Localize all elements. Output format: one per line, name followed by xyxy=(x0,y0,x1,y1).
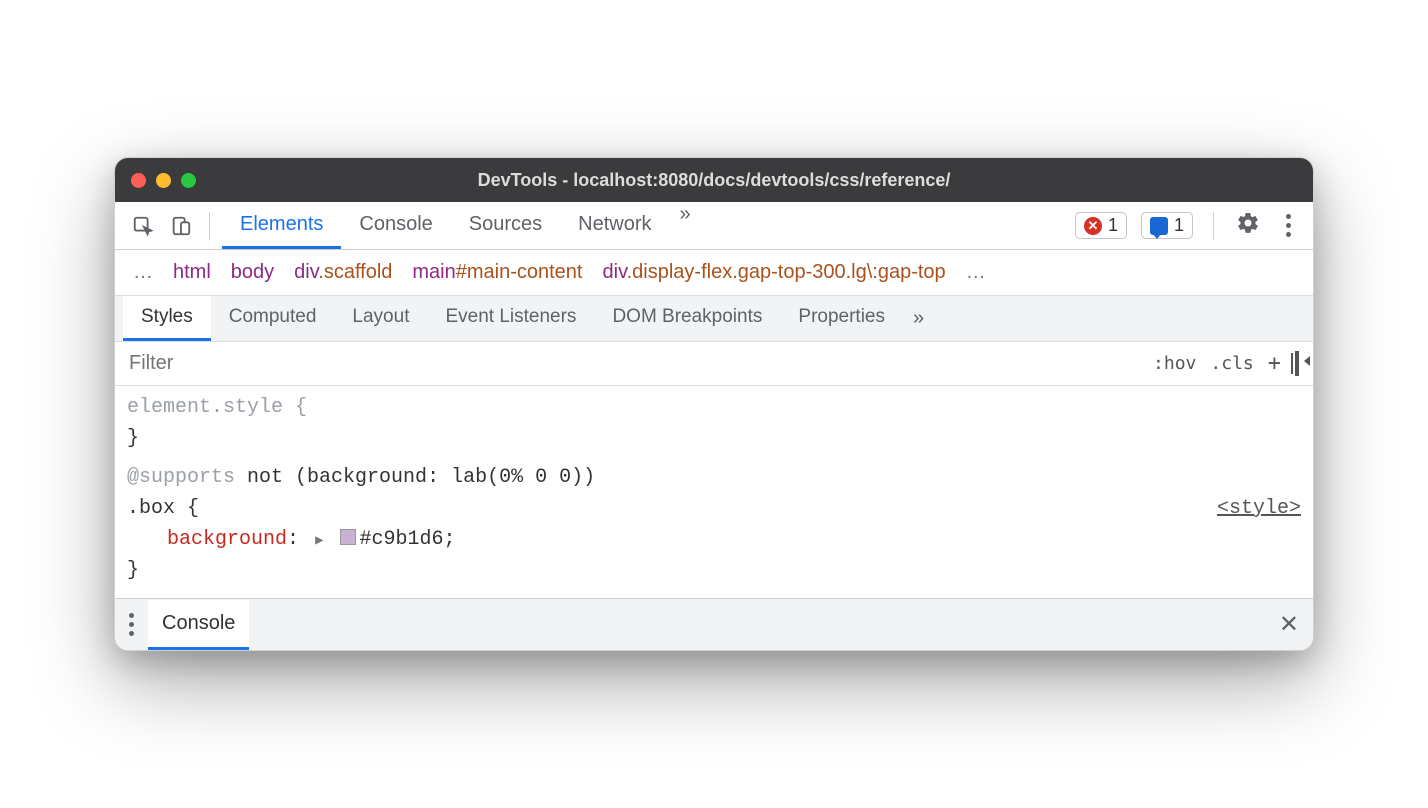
more-subtabs-icon[interactable]: » xyxy=(903,307,934,330)
close-window-button[interactable] xyxy=(131,173,146,188)
devtools-window: DevTools - localhost:8080/docs/devtools/… xyxy=(114,157,1314,651)
more-options-icon[interactable] xyxy=(1276,214,1301,237)
subtab-layout[interactable]: Layout xyxy=(334,296,427,341)
close-drawer-icon[interactable]: ✕ xyxy=(1279,610,1299,639)
breadcrumb-body[interactable]: body xyxy=(231,261,274,284)
styles-subtabs: Styles Computed Layout Event Listeners D… xyxy=(115,296,1313,342)
minimize-window-button[interactable] xyxy=(156,173,171,188)
breadcrumb-div-flex[interactable]: div.display-flex.gap-top-300.lg\:gap-top xyxy=(603,261,946,284)
window-title: DevTools - localhost:8080/docs/devtools/… xyxy=(478,170,951,191)
subtab-computed[interactable]: Computed xyxy=(211,296,335,341)
box-selector[interactable]: .box { xyxy=(127,497,199,520)
breadcrumb-ellipsis-right[interactable]: … xyxy=(966,261,986,284)
styles-filter-input[interactable] xyxy=(115,342,1139,385)
styles-filter-bar: :hov .cls + xyxy=(115,342,1313,386)
tab-console[interactable]: Console xyxy=(341,203,450,249)
main-toolbar: Elements Console Sources Network » ✕ 1 1 xyxy=(115,202,1313,250)
subtab-dom-breakpoints[interactable]: DOM Breakpoints xyxy=(594,296,780,341)
element-style-selector[interactable]: element.style { xyxy=(127,396,307,419)
drawer-tab-console[interactable]: Console xyxy=(148,600,249,650)
messages-count: 1 xyxy=(1174,215,1184,236)
breadcrumb-main[interactable]: main#main-content xyxy=(412,261,582,284)
supports-expression: not (background: lab(0% 0 0)) xyxy=(235,466,595,489)
message-icon xyxy=(1150,217,1168,235)
device-toolbar-icon[interactable] xyxy=(165,210,197,242)
hov-toggle[interactable]: :hov xyxy=(1153,353,1196,374)
errors-badge[interactable]: ✕ 1 xyxy=(1075,212,1127,239)
box-close: } xyxy=(127,559,139,582)
css-property-value[interactable]: #c9b1d6 xyxy=(360,528,444,551)
separator xyxy=(1213,212,1214,240)
error-icon: ✕ xyxy=(1084,217,1102,235)
titlebar: DevTools - localhost:8080/docs/devtools/… xyxy=(115,158,1313,202)
inspect-element-icon[interactable] xyxy=(127,210,159,242)
breadcrumb-div-scaffold[interactable]: div.scaffold xyxy=(294,261,392,284)
tab-network[interactable]: Network xyxy=(560,203,669,249)
main-tabs: Elements Console Sources Network » xyxy=(222,203,701,249)
styles-pane[interactable]: element.style { } @supports not (backgro… xyxy=(115,386,1313,598)
subtab-styles[interactable]: Styles xyxy=(123,296,211,341)
subtab-properties[interactable]: Properties xyxy=(780,296,903,341)
filter-actions: :hov .cls + xyxy=(1139,351,1313,376)
toggle-computed-sidebar-icon[interactable] xyxy=(1295,353,1299,374)
drawer-menu-icon[interactable] xyxy=(129,613,134,636)
separator xyxy=(209,212,210,240)
tab-sources[interactable]: Sources xyxy=(451,203,560,249)
settings-icon[interactable] xyxy=(1226,211,1270,240)
breadcrumb: … html body div.scaffold main#main-conte… xyxy=(115,250,1313,296)
cls-toggle[interactable]: .cls xyxy=(1210,353,1253,374)
errors-count: 1 xyxy=(1108,215,1118,236)
element-style-close: } xyxy=(127,427,139,450)
console-drawer: Console ✕ xyxy=(115,598,1313,650)
supports-keyword: @supports xyxy=(127,466,235,489)
breadcrumb-ellipsis-left[interactable]: … xyxy=(133,261,153,284)
maximize-window-button[interactable] xyxy=(181,173,196,188)
messages-badge[interactable]: 1 xyxy=(1141,212,1193,239)
more-tabs-icon[interactable]: » xyxy=(670,203,701,249)
expand-property-icon[interactable]: ▶ xyxy=(315,531,323,553)
window-controls xyxy=(131,173,196,188)
breadcrumb-html[interactable]: html xyxy=(173,261,211,284)
subtab-event-listeners[interactable]: Event Listeners xyxy=(427,296,594,341)
rule-source-link[interactable]: <style> xyxy=(1217,493,1301,524)
css-property-name[interactable]: background xyxy=(167,528,287,551)
tab-elements[interactable]: Elements xyxy=(222,203,341,249)
new-style-rule-button[interactable]: + xyxy=(1268,351,1281,376)
color-swatch[interactable] xyxy=(340,529,356,545)
